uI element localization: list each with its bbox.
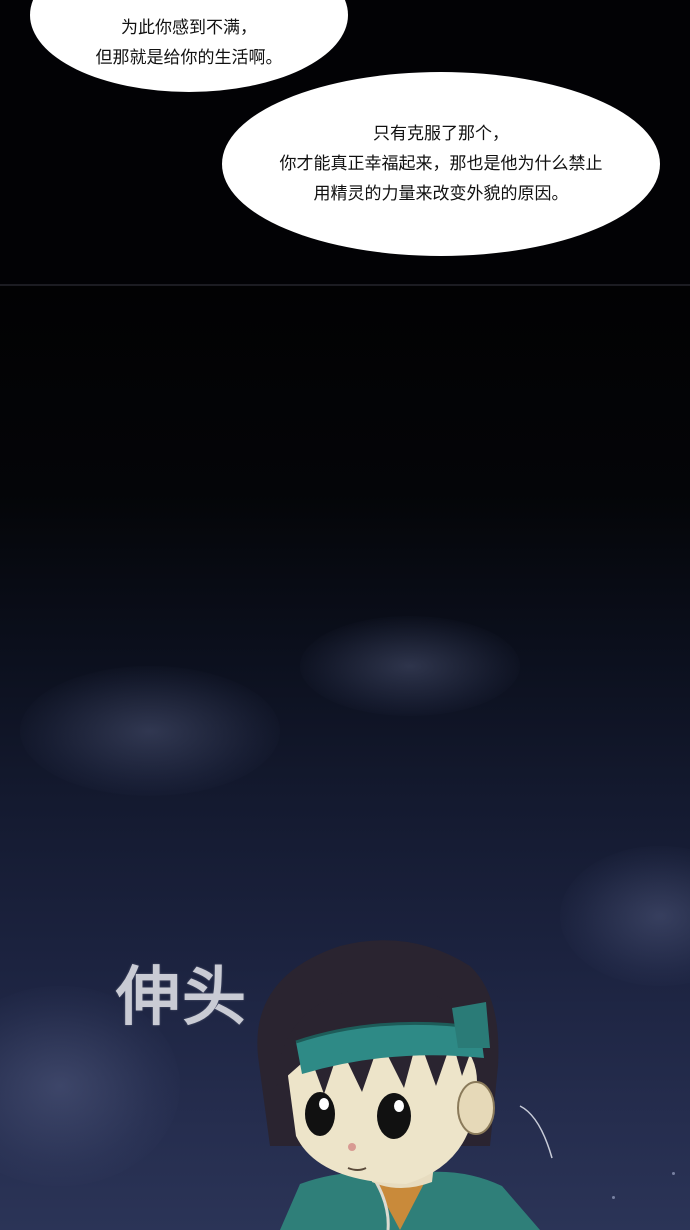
motion-line xyxy=(519,1105,553,1159)
speech-bubble-2: 只有克服了那个， 你才能真正幸福起来，那也是他为什么禁止 用精灵的力量来改变外貌… xyxy=(222,72,660,256)
speech-bubble-2-line-3: 用精灵的力量来改变外貌的原因。 xyxy=(313,184,569,204)
character-ear xyxy=(457,1081,495,1135)
speech-bubble-1-text: 为此你感到不满， 但那就是给你的生活啊。 xyxy=(96,13,283,73)
cloud-4 xyxy=(560,846,690,986)
sound-effect-text: 伸头 xyxy=(116,961,248,1035)
speech-bubble-2-line-2: 你才能真正幸福起来，那也是他为什么禁止 xyxy=(279,154,603,174)
speech-bubble-1: 为此你感到不满， 但那就是给你的生活啊。 xyxy=(30,0,348,92)
top-panel: 为此你感到不满， 但那就是给你的生活啊。 只有克服了那个， 你才能真正幸福起来，… xyxy=(0,0,690,284)
cloud-2 xyxy=(300,616,520,716)
character-right-eye xyxy=(377,1093,411,1139)
character-left-eye xyxy=(305,1092,335,1136)
star xyxy=(672,1172,675,1175)
character-headband-knot xyxy=(452,1002,490,1048)
speech-bubble-2-line-1: 只有克服了那个， xyxy=(373,124,509,144)
character-illustration xyxy=(257,940,553,1230)
star xyxy=(612,1196,615,1199)
cloud-1 xyxy=(20,666,280,796)
speech-bubble-1-line-2: 但那就是给你的生活啊。 xyxy=(95,48,283,68)
speech-bubble-1-line-1: 为此你感到不满， xyxy=(121,18,257,38)
